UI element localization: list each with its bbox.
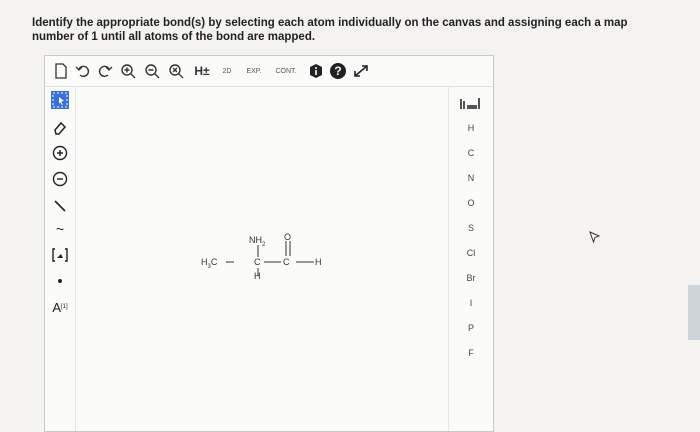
positive-charge-icon[interactable]	[51, 144, 69, 162]
element-p[interactable]: P	[449, 323, 493, 333]
alpha-carbon-atom[interactable]: C	[254, 257, 261, 267]
element-cl[interactable]: Cl	[449, 248, 493, 258]
element-c[interactable]: C	[449, 148, 493, 158]
amine-label: NH	[249, 235, 262, 245]
element-i[interactable]: I	[449, 298, 493, 308]
expand-button[interactable]: EXP.	[242, 62, 266, 80]
zoom-reset-icon[interactable]	[167, 62, 185, 80]
undo-icon[interactable]	[75, 62, 91, 80]
aldehyde-hydrogen-atom[interactable]: H	[315, 257, 322, 267]
single-bond-icon[interactable]	[51, 196, 69, 214]
new-document-icon[interactable]	[53, 62, 69, 80]
atom-map-label: A	[52, 299, 61, 315]
amine-subscript: 2	[262, 241, 266, 248]
oxygen-atom[interactable]: O	[284, 232, 291, 242]
drawing-canvas[interactable]: NH2 O H3C C C H H	[76, 87, 446, 431]
periodic-sidebar: H C N O S Cl Br I P F	[448, 87, 493, 431]
alpha-hydrogen-atom[interactable]: H	[254, 271, 261, 281]
expand-label: EXP.	[246, 67, 262, 75]
fullscreen-icon[interactable]	[351, 62, 371, 80]
element-br[interactable]: Br	[449, 273, 493, 283]
element-o[interactable]: O	[449, 198, 493, 208]
element-h[interactable]: H	[449, 123, 493, 133]
methyl-c: C	[210, 257, 218, 267]
info-icon[interactable]	[307, 62, 325, 80]
clean-2d-button[interactable]: 2D	[217, 62, 237, 80]
contract-label: CONT.	[275, 67, 297, 75]
periodic-table-icon[interactable]	[460, 96, 482, 114]
redo-icon[interactable]	[97, 62, 113, 80]
mouse-pointer-icon	[588, 230, 602, 249]
lone-pair-icon[interactable]	[51, 272, 69, 290]
zoom-in-icon[interactable]	[119, 62, 137, 80]
atom-map-number: [1]	[61, 304, 68, 310]
help-button[interactable]: ?	[329, 62, 347, 80]
chain-tool-icon[interactable]: ~	[51, 220, 69, 238]
element-n[interactable]: N	[449, 173, 493, 183]
negative-charge-icon[interactable]	[51, 170, 69, 188]
left-toolbar: ~ A [1]	[45, 86, 76, 431]
structure-editor: H± 2D EXP. CONT. ? ~ A [1] NH2 O H3C C C…	[44, 55, 494, 432]
zoom-out-icon[interactable]	[143, 62, 161, 80]
clean-2d-label: 2D	[222, 67, 232, 75]
contract-button[interactable]: CONT.	[271, 62, 301, 80]
template-tool-icon[interactable]	[51, 246, 69, 264]
page-scrollbar[interactable]	[688, 285, 700, 340]
instructions-text: Identify the appropriate bond(s) by sele…	[32, 17, 628, 43]
editor-toolbar: H± 2D EXP. CONT. ?	[45, 56, 493, 87]
selection-tool-icon[interactable]	[51, 91, 69, 109]
carbonyl-carbon-atom[interactable]: C	[283, 257, 290, 267]
element-f[interactable]: F	[449, 348, 493, 358]
help-icon: ?	[330, 63, 346, 79]
atom-map-tool[interactable]: A [1]	[49, 298, 71, 316]
molecule-bonds	[226, 241, 314, 276]
hydrogen-toggle-button[interactable]: H±	[191, 62, 213, 80]
element-s[interactable]: S	[449, 223, 493, 233]
methyl-group[interactable]: H3C	[201, 257, 217, 270]
amine-group[interactable]: NH2	[249, 235, 265, 248]
eraser-icon[interactable]	[51, 118, 69, 136]
